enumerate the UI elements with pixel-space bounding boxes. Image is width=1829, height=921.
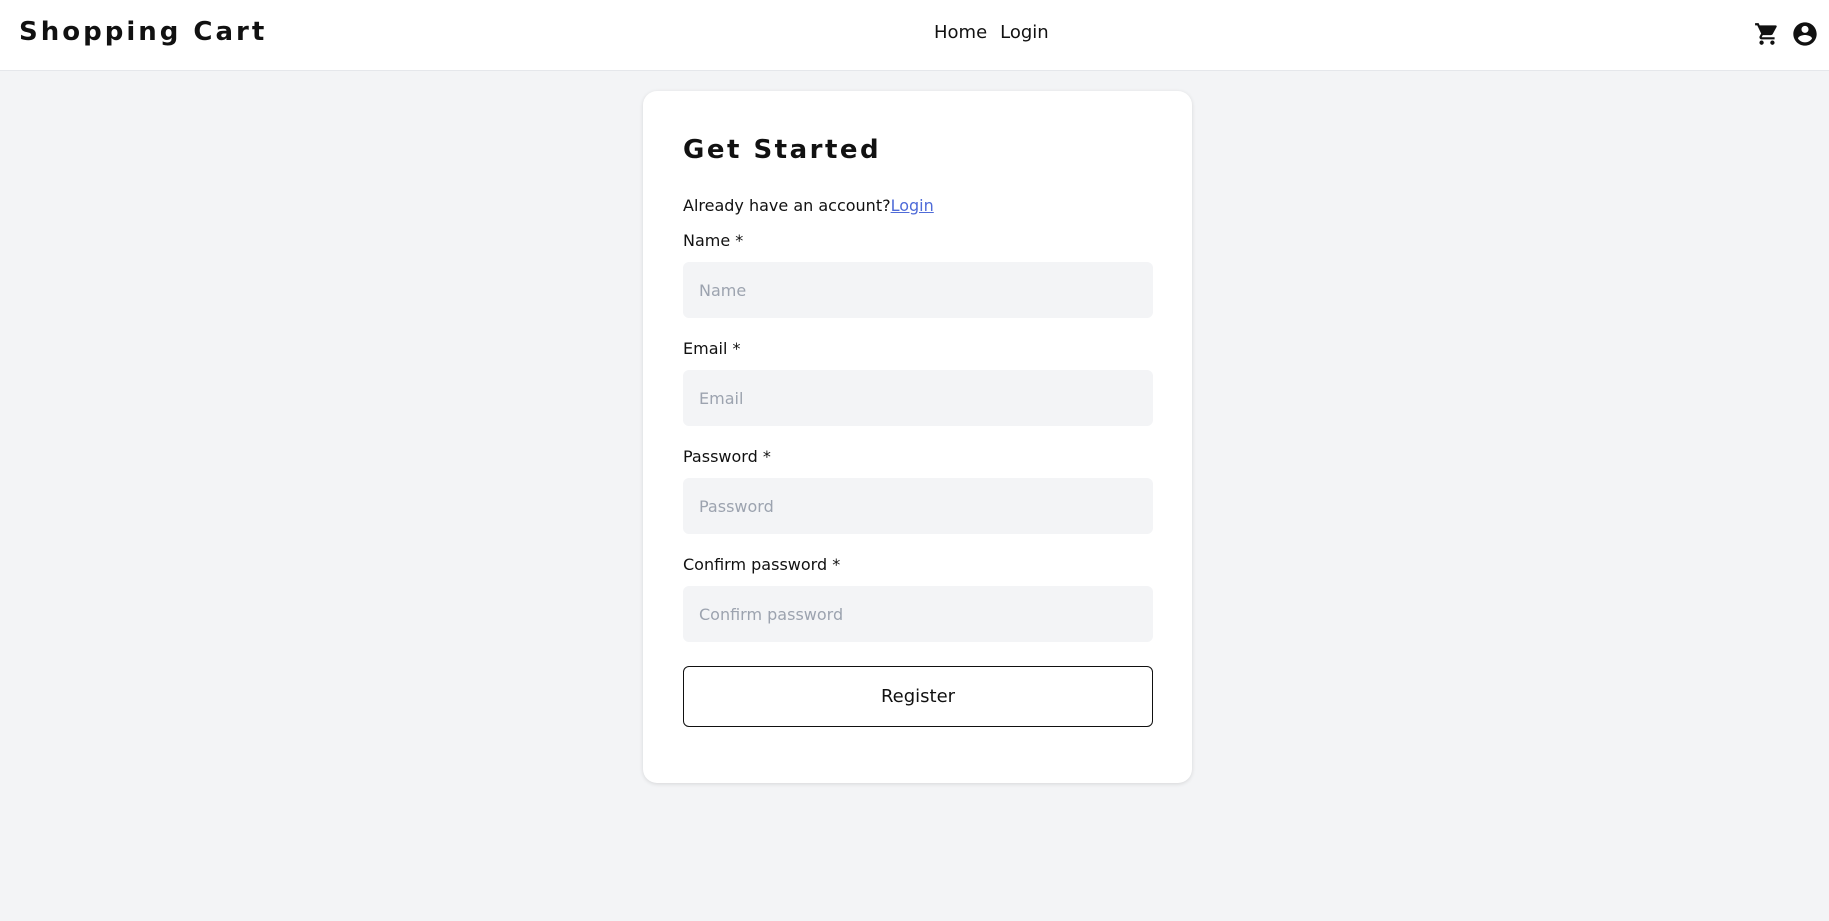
login-prompt-text: Already have an account? [683, 196, 891, 215]
password-label: Password * [683, 447, 771, 466]
name-input[interactable] [683, 262, 1153, 318]
confirm-password-input[interactable] [683, 586, 1153, 642]
nav-link-login[interactable]: Login [1000, 22, 1049, 43]
register-button[interactable]: Register [683, 666, 1153, 727]
nav-link-home[interactable]: Home [934, 22, 987, 43]
nav-icons [1753, 20, 1819, 48]
nav-links: Home Login [934, 22, 1049, 43]
email-label: Email * [683, 339, 741, 358]
account-icon[interactable] [1791, 20, 1819, 48]
page-title: Get Started [683, 135, 882, 165]
confirm-password-label: Confirm password * [683, 555, 841, 574]
brand-logo[interactable]: Shopping Cart [19, 17, 267, 47]
login-link[interactable]: Login [891, 196, 934, 215]
cart-icon[interactable] [1753, 20, 1781, 48]
register-card: Get Started Already have an account?Logi… [643, 91, 1192, 783]
login-prompt: Already have an account?Login [683, 196, 934, 215]
email-input[interactable] [683, 370, 1153, 426]
navbar: Shopping Cart Home Login [0, 0, 1829, 71]
password-input[interactable] [683, 478, 1153, 534]
name-label: Name * [683, 231, 744, 250]
